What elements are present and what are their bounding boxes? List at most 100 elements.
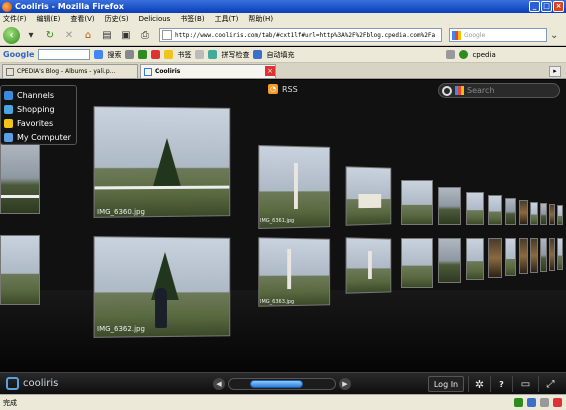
photo-thumbnail[interactable]: [401, 238, 433, 288]
close-tab-icon[interactable]: ×: [265, 66, 275, 76]
photo-caption: IMG_6360.jpg: [97, 208, 145, 216]
washington-monument: [294, 162, 298, 210]
photo-thumbnail[interactable]: [557, 205, 563, 225]
my-computer-item[interactable]: My Computer: [4, 130, 73, 144]
photo-thumbnail[interactable]: [540, 238, 547, 272]
rss-link[interactable]: ◔ RSS: [268, 84, 298, 94]
google-search-label[interactable]: 搜索: [107, 50, 121, 60]
close-button[interactable]: ×: [553, 1, 564, 12]
back-button[interactable]: ‹: [3, 26, 20, 44]
menu-bookmarks[interactable]: 书签(B): [180, 14, 204, 24]
scroll-track[interactable]: [228, 378, 336, 390]
photo-thumbnail[interactable]: [258, 145, 331, 229]
photo-thumbnail[interactable]: [345, 237, 392, 294]
wrench-icon[interactable]: [446, 50, 456, 59]
menu-dropdown-icon[interactable]: ⌄: [550, 30, 558, 41]
channels-item[interactable]: Channels: [4, 88, 73, 102]
slideshow-icon[interactable]: ▭: [512, 376, 538, 392]
menu-delicious[interactable]: Delicious: [139, 15, 171, 23]
autofill-icon[interactable]: [253, 50, 263, 59]
security-icon[interactable]: [553, 398, 562, 407]
photo-thumbnail[interactable]: [549, 204, 555, 225]
tab-cooliris[interactable]: Cooliris: [140, 64, 276, 78]
photo-thumbnail[interactable]: [0, 235, 40, 305]
reload-icon[interactable]: ↻: [42, 27, 58, 43]
photo-thumbnail[interactable]: [258, 237, 331, 307]
delicious-icon[interactable]: [527, 398, 536, 407]
menu-history[interactable]: 历史(S): [105, 14, 129, 24]
addon-icon[interactable]: [514, 398, 523, 407]
photo-thumbnail[interactable]: [0, 142, 40, 214]
google-engine-icon[interactable]: [452, 30, 461, 40]
minimize-button[interactable]: _: [529, 1, 540, 12]
stop-icon[interactable]: ✕: [61, 27, 77, 43]
home-icon[interactable]: ⌂: [80, 27, 96, 43]
star-icon[interactable]: [164, 50, 174, 59]
cooliris-logo-text: cooliris: [23, 378, 59, 389]
photo-thumbnail[interactable]: [438, 187, 461, 225]
settings-gear-icon[interactable]: ✲: [468, 376, 490, 392]
photo-thumbnail[interactable]: [519, 238, 528, 274]
cooliris-search-input[interactable]: Search: [438, 83, 560, 98]
google-toolbar: Google 搜索 书签 拼写检查 自动填充 cpedia: [0, 47, 566, 63]
photo-thumbnail[interactable]: [530, 202, 538, 225]
forward-dropdown-icon[interactable]: ▾: [23, 27, 39, 43]
popup-blocker-icon[interactable]: [151, 50, 161, 59]
photo-thumbnail[interactable]: [93, 106, 231, 218]
pagerank-icon[interactable]: [138, 50, 148, 59]
photo-thumbnail[interactable]: [438, 238, 461, 283]
fullscreen-icon[interactable]: ⤢: [538, 376, 562, 392]
shopping-label: Shopping: [17, 104, 55, 114]
search-bar[interactable]: Google: [449, 28, 547, 42]
toolbar-options-icon[interactable]: [125, 50, 135, 59]
google-bookmarks-label[interactable]: 书签: [177, 50, 191, 60]
photo-thumbnail[interactable]: [345, 166, 392, 226]
cooliris-status-icon[interactable]: [540, 398, 549, 407]
google-user-label[interactable]: cpedia: [472, 51, 495, 59]
scroll-right-icon[interactable]: ▶: [339, 378, 351, 390]
help-icon[interactable]: ?: [490, 376, 512, 392]
scroll-left-icon[interactable]: ◀: [213, 378, 225, 390]
photo-thumbnail[interactable]: [549, 238, 555, 271]
photo-thumbnail[interactable]: [93, 236, 231, 338]
google-search-input[interactable]: [38, 49, 91, 60]
photo-thumbnail[interactable]: [466, 238, 484, 280]
menu-tools[interactable]: 工具(T): [215, 14, 239, 24]
photo-thumbnail[interactable]: [401, 180, 433, 225]
scroll-thumb[interactable]: [250, 380, 303, 388]
menu-file[interactable]: 文件(F): [3, 14, 27, 24]
christmas-tree: [153, 137, 181, 187]
spellcheck-icon[interactable]: [208, 50, 218, 59]
list-tabs-icon[interactable]: ▸: [549, 66, 561, 77]
login-button[interactable]: Log In: [428, 376, 464, 392]
spellcheck-label[interactable]: 拼写检查: [221, 50, 249, 60]
photo-thumbnail[interactable]: [519, 200, 528, 225]
photo-thumbnail[interactable]: [488, 195, 502, 225]
maximize-button[interactable]: □: [541, 1, 552, 12]
photo-thumbnail[interactable]: [505, 238, 516, 276]
cooliris-wall[interactable]: ◔ RSS Search Channels Shopping Favorites…: [0, 80, 566, 372]
bookmark-page-icon[interactable]: ▣: [118, 27, 134, 43]
page-icon[interactable]: ▤: [99, 27, 115, 43]
search-engine-icon[interactable]: [455, 86, 464, 95]
menu-edit[interactable]: 编辑(E): [37, 14, 61, 24]
photo-thumbnail[interactable]: [466, 192, 484, 225]
photo-thumbnail[interactable]: [557, 238, 563, 270]
print-icon[interactable]: ⎙: [137, 27, 153, 43]
menu-view[interactable]: 查看(V): [70, 14, 94, 24]
photo-thumbnail[interactable]: [505, 198, 516, 225]
photo-thumbnail[interactable]: [488, 238, 502, 278]
shopping-item[interactable]: Shopping: [4, 102, 73, 116]
window-title: Cooliris - Mozilla Firefox: [15, 2, 124, 11]
translate-icon[interactable]: [195, 50, 205, 59]
wall-scrollbar[interactable]: ◀ ▶: [213, 376, 351, 392]
tab-cpedia-blog[interactable]: CPEDIA's Blog - Albums - yali.p...: [2, 64, 138, 78]
photo-thumbnail[interactable]: [530, 238, 538, 273]
photo-thumbnail[interactable]: [540, 203, 547, 225]
firefox-icon: [2, 1, 12, 12]
menu-help[interactable]: 帮助(H): [248, 14, 273, 24]
address-bar[interactable]: http://www.cooliris.com/tab/#cxt1lf#url=…: [159, 28, 442, 42]
google-search-icon[interactable]: [94, 50, 104, 59]
autofill-label[interactable]: 自动填充: [266, 50, 294, 60]
favorites-item[interactable]: Favorites: [4, 116, 73, 130]
